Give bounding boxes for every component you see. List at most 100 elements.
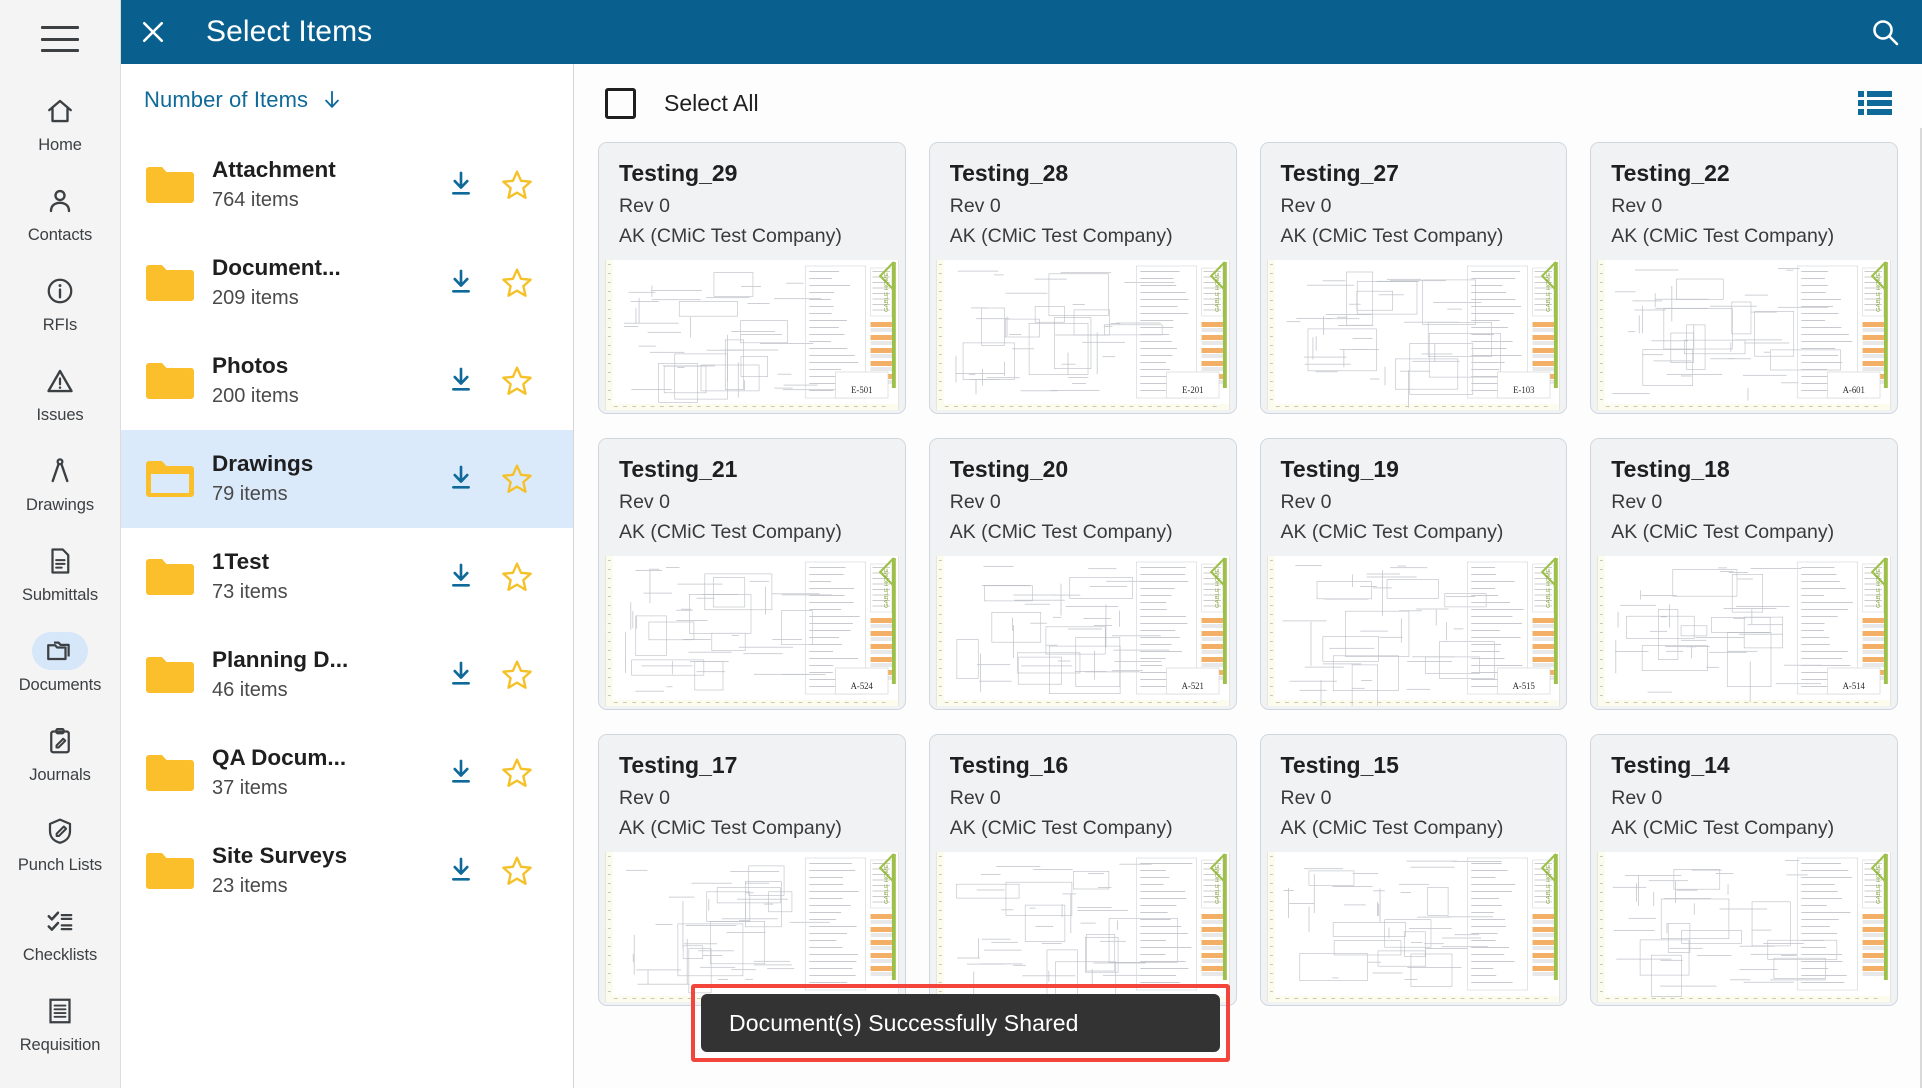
download-button[interactable]	[433, 562, 489, 592]
download-button[interactable]	[433, 856, 489, 886]
folder-row[interactable]: Attachment 764 items	[121, 136, 573, 234]
document-card[interactable]: Testing_19 Rev 0 AK (CMiC Test Company) GAB…	[1259, 438, 1568, 710]
download-button[interactable]	[433, 758, 489, 788]
rail-item-label: Home	[38, 136, 82, 155]
dialog-body: Number of Items Attachment 764 items Docum…	[121, 64, 1922, 1088]
document-card[interactable]: Testing_16 Rev 0 AK (CMiC Test Company) GAB…	[928, 734, 1237, 1006]
svg-text:E-501: E-501	[851, 385, 872, 395]
card-thumbnail: GABLE HOME A-524	[605, 555, 899, 706]
document-card[interactable]: Testing_17 Rev 0 AK (CMiC Test Company) GAB…	[598, 734, 906, 1006]
rail-item-label: Issues	[36, 406, 84, 425]
rail-item-drawings[interactable]: Drawings	[0, 438, 120, 528]
rail-item-contacts[interactable]: Contacts	[0, 168, 120, 258]
document-card[interactable]: Testing_29 Rev 0 AK (CMiC Test Company) GAB…	[598, 142, 906, 414]
card-title: Testing_29	[619, 160, 738, 186]
view-toggle-button[interactable]	[1858, 89, 1892, 117]
document-card[interactable]: Testing_27 Rev 0 AK (CMiC Test Company) GAB…	[1259, 142, 1568, 414]
svg-text:A-514: A-514	[1843, 681, 1866, 691]
download-button[interactable]	[433, 464, 489, 494]
svg-text:GABLE HOME: GABLE HOME	[1215, 272, 1221, 312]
card-revision: Rev 0	[1611, 787, 1663, 810]
rail-item-journals[interactable]: Journals	[0, 708, 120, 798]
document-card[interactable]: Testing_21 Rev 0 AK (CMiC Test Company) GAB…	[598, 438, 906, 710]
rail-item-issues[interactable]: Issues	[0, 348, 120, 438]
download-button[interactable]	[433, 170, 489, 200]
favorite-button[interactable]	[489, 266, 545, 300]
info-circle-icon	[32, 272, 88, 310]
rail-item-requisition[interactable]: Requisition	[0, 978, 120, 1068]
folder-text-group: Photos 200 items	[206, 352, 433, 409]
folder-icon	[144, 458, 206, 500]
star-icon	[502, 562, 532, 591]
document-card[interactable]: Testing_22 Rev 0 AK (CMiC Test Company) GAB…	[1590, 142, 1898, 414]
favorite-button[interactable]	[489, 756, 545, 790]
sort-control[interactable]: Number of Items	[121, 64, 573, 136]
document-card-grid: Testing_29 Rev 0 AK (CMiC Test Company) GAB…	[574, 142, 1922, 1006]
star-icon	[502, 660, 532, 689]
folder-row[interactable]: QA Docum... 37 items	[121, 724, 573, 822]
favorite-button[interactable]	[489, 560, 545, 594]
card-title: Testing_19	[1280, 456, 1399, 482]
card-header: Testing_28 Rev 0 AK (CMiC Test Company)	[929, 143, 1236, 260]
hamburger-menu-button[interactable]	[0, 0, 120, 78]
svg-text:A-515: A-515	[1512, 681, 1535, 691]
document-card[interactable]: Testing_28 Rev 0 AK (CMiC Test Company) GAB…	[928, 142, 1237, 414]
download-button[interactable]	[433, 660, 489, 690]
svg-text:E-201: E-201	[1182, 385, 1203, 395]
close-button[interactable]	[121, 0, 185, 64]
rail-item-checklists[interactable]: Checklists	[0, 888, 120, 978]
checklist-icon	[32, 902, 88, 940]
rail-item-rfis[interactable]: RFIs	[0, 258, 120, 348]
download-icon	[452, 563, 470, 587]
rail-item-submittals[interactable]: Submittals	[0, 528, 120, 618]
card-revision: Rev 0	[1280, 787, 1332, 810]
rail-item-documents[interactable]: Documents	[0, 618, 120, 708]
download-button[interactable]	[433, 366, 489, 396]
card-revision: Rev 0	[1611, 491, 1663, 514]
rail-item-label: Submittals	[21, 586, 99, 605]
card-company: AK (CMiC Test Company)	[1611, 224, 1835, 247]
folder-row[interactable]: Drawings 79 items	[121, 430, 573, 528]
document-card[interactable]: Testing_18 Rev 0 AK (CMiC Test Company) GAB…	[1590, 438, 1898, 710]
document-card[interactable]: Testing_15 Rev 0 AK (CMiC Test Company) GAB…	[1259, 734, 1568, 1006]
card-revision: Rev 0	[1611, 195, 1663, 218]
star-icon	[502, 464, 532, 493]
folder-row[interactable]: Photos 200 items	[121, 332, 573, 430]
folder-row[interactable]: Document... 209 items	[121, 234, 573, 332]
shield-pencil-icon	[32, 812, 88, 850]
favorite-button[interactable]	[489, 168, 545, 202]
folder-text-group: Document... 209 items	[206, 254, 433, 311]
card-company: AK (CMiC Test Company)	[949, 520, 1173, 543]
select-all-checkbox[interactable]	[605, 87, 636, 119]
folder-icon	[144, 556, 206, 598]
favorite-button[interactable]	[489, 854, 545, 888]
folder-row[interactable]: Site Surveys 23 items	[121, 822, 573, 920]
card-header: Testing_14 Rev 0 AK (CMiC Test Company)	[1591, 735, 1897, 852]
rail-item-home[interactable]: Home	[0, 78, 120, 168]
search-button[interactable]	[1848, 0, 1922, 64]
favorite-button[interactable]	[489, 658, 545, 692]
folder-text-group: 1Test 73 items	[206, 548, 433, 605]
rail-item-label: Journals	[29, 766, 91, 785]
document-card[interactable]: Testing_14 Rev 0 AK (CMiC Test Company) GAB…	[1590, 734, 1898, 1006]
folder-name: Planning D...	[212, 647, 349, 673]
card-header: Testing_15 Rev 0 AK (CMiC Test Company)	[1260, 735, 1567, 852]
document-card[interactable]: Testing_20 Rev 0 AK (CMiC Test Company) GAB…	[928, 438, 1237, 710]
card-thumbnail: GABLE HOME	[1597, 851, 1891, 1002]
card-company: AK (CMiC Test Company)	[949, 816, 1173, 839]
favorite-button[interactable]	[489, 364, 545, 398]
download-button[interactable]	[433, 268, 489, 298]
favorite-button[interactable]	[489, 462, 545, 496]
card-company: AK (CMiC Test Company)	[1280, 816, 1504, 839]
rail-item-label: Documents	[18, 676, 102, 695]
folder-name: Photos	[212, 353, 289, 379]
download-icon	[452, 269, 470, 293]
card-title: Testing_14	[1611, 752, 1730, 778]
folder-row[interactable]: Planning D... 46 items	[121, 626, 573, 724]
card-header: Testing_16 Rev 0 AK (CMiC Test Company)	[929, 735, 1236, 852]
card-title: Testing_15	[1280, 752, 1399, 778]
folder-row[interactable]: 1Test 73 items	[121, 528, 573, 626]
rail-item-punch-lists[interactable]: Punch Lists	[0, 798, 120, 888]
arrow-down-icon	[325, 90, 339, 108]
folder-name: QA Docum...	[212, 745, 347, 771]
